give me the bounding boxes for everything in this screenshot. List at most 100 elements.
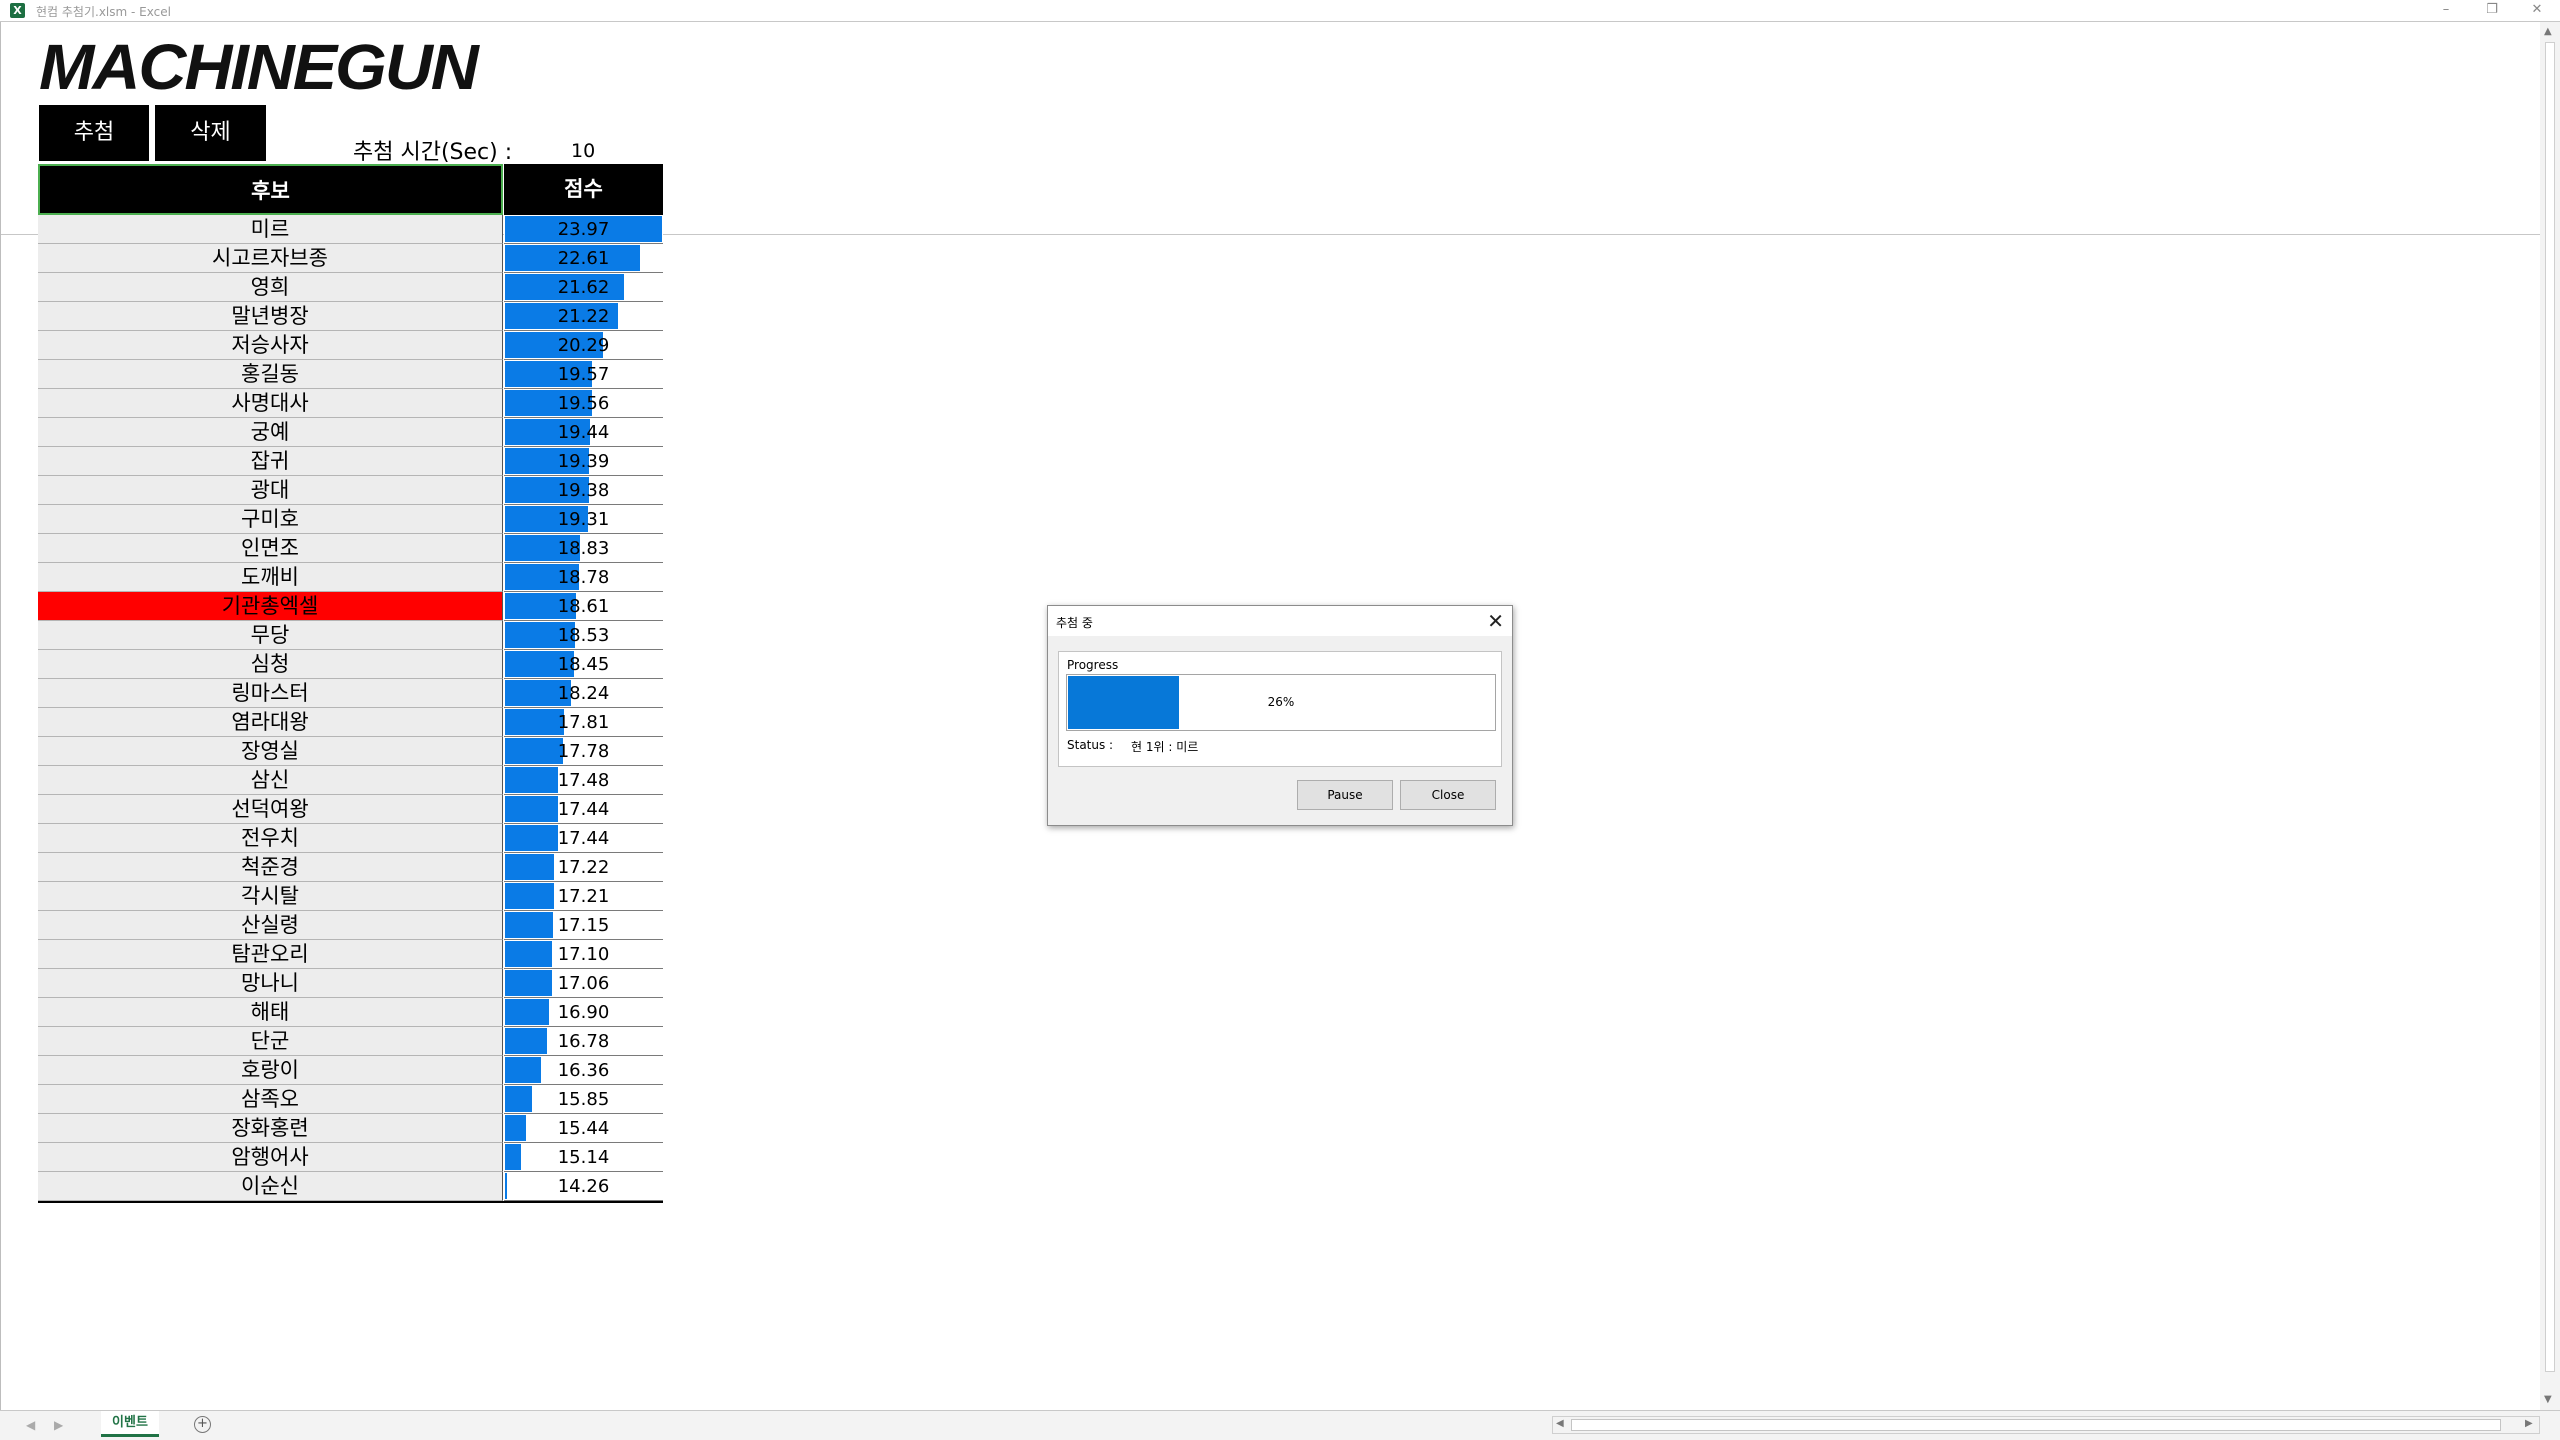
score-cell[interactable]: 14.26	[504, 1172, 663, 1201]
prev-sheet-icon[interactable]: ◀	[26, 1418, 35, 1432]
score-cell[interactable]: 21.62	[504, 273, 663, 302]
candidate-name-cell[interactable]: 잡귀	[38, 447, 503, 476]
next-sheet-icon[interactable]: ▶	[54, 1418, 63, 1432]
dialog-close-icon[interactable]: ✕	[1487, 609, 1504, 633]
score-cell[interactable]: 18.53	[504, 621, 663, 650]
candidate-name-cell[interactable]: 영희	[38, 273, 503, 302]
score-cell[interactable]: 16.36	[504, 1056, 663, 1085]
score-cell[interactable]: 22.61	[504, 244, 663, 273]
candidate-name-cell[interactable]: 선덕여왕	[38, 795, 503, 824]
score-cell[interactable]: 17.44	[504, 824, 663, 853]
score-cell[interactable]: 18.45	[504, 650, 663, 679]
score-value: 14.26	[557, 1176, 610, 1197]
candidate-name-cell[interactable]: 구미호	[38, 505, 503, 534]
score-cell[interactable]: 15.14	[504, 1143, 663, 1172]
score-value: 20.29	[557, 335, 610, 356]
sheet-tab-event[interactable]: 이벤트	[101, 1411, 159, 1437]
score-cell[interactable]: 17.10	[504, 940, 663, 969]
score-cell[interactable]: 20.29	[504, 331, 663, 360]
add-sheet-icon[interactable]: +	[194, 1416, 211, 1433]
score-cell[interactable]: 15.85	[504, 1085, 663, 1114]
draw-button[interactable]: 추첨	[39, 105, 149, 161]
scroll-up-icon[interactable]: ▲	[2544, 26, 2552, 37]
score-cell[interactable]: 17.06	[504, 969, 663, 998]
score-cell[interactable]: 19.56	[504, 389, 663, 418]
score-cell[interactable]: 16.90	[504, 998, 663, 1027]
vertical-scroll-thumb[interactable]	[2545, 42, 2555, 1372]
score-cell[interactable]: 19.38	[504, 476, 663, 505]
candidate-name-cell[interactable]: 전우치	[38, 824, 503, 853]
score-cell[interactable]: 17.44	[504, 795, 663, 824]
candidate-name-cell[interactable]: 궁예	[38, 418, 503, 447]
candidate-name-cell[interactable]: 암행어사	[38, 1143, 503, 1172]
score-cell[interactable]: 17.48	[504, 766, 663, 795]
score-cell[interactable]: 17.21	[504, 882, 663, 911]
vertical-scrollbar[interactable]: ▲ ▼	[2540, 22, 2560, 1410]
close-window-icon[interactable]: ✕	[2527, 1, 2547, 19]
draw-time-value[interactable]: 10	[571, 140, 595, 162]
table-row: 탐관오리 17.10	[38, 940, 663, 969]
score-cell[interactable]: 18.24	[504, 679, 663, 708]
candidate-name-cell[interactable]: 인면조	[38, 534, 503, 563]
candidate-name-cell[interactable]: 호랑이	[38, 1056, 503, 1085]
score-cell[interactable]: 19.39	[504, 447, 663, 476]
candidate-name-cell[interactable]: 탐관오리	[38, 940, 503, 969]
score-cell[interactable]: 18.83	[504, 534, 663, 563]
pause-button[interactable]: Pause	[1297, 780, 1393, 810]
candidate-name-cell[interactable]: 삼족오	[38, 1085, 503, 1114]
score-cell[interactable]: 18.78	[504, 563, 663, 592]
score-cell[interactable]: 17.78	[504, 737, 663, 766]
candidate-name-cell[interactable]: 장화홍련	[38, 1114, 503, 1143]
candidate-name-cell[interactable]: 심청	[38, 650, 503, 679]
score-cell[interactable]: 17.81	[504, 708, 663, 737]
table-row: 삼신 17.48	[38, 766, 663, 795]
table-row: 척준경 17.22	[38, 853, 663, 882]
score-cell[interactable]: 19.44	[504, 418, 663, 447]
score-cell[interactable]: 17.15	[504, 911, 663, 940]
header-score[interactable]: 점수	[504, 164, 663, 215]
delete-button[interactable]: 삭제	[155, 105, 266, 161]
score-cell[interactable]: 17.22	[504, 853, 663, 882]
candidate-name-cell[interactable]: 해태	[38, 998, 503, 1027]
score-cell[interactable]: 21.22	[504, 302, 663, 331]
scroll-right-icon[interactable]: ▶	[2525, 1418, 2533, 1429]
score-cell[interactable]: 15.44	[504, 1114, 663, 1143]
logo: MACHINEGUN	[39, 31, 479, 103]
candidate-name-cell[interactable]: 광대	[38, 476, 503, 505]
candidate-name-cell[interactable]: 삼신	[38, 766, 503, 795]
candidate-name-cell[interactable]: 시고르자브종	[38, 244, 503, 273]
restore-icon[interactable]: ❐	[2482, 1, 2502, 19]
header-candidate[interactable]: 후보	[38, 164, 503, 215]
score-cell[interactable]: 23.97	[504, 215, 663, 244]
candidate-name-cell[interactable]: 척준경	[38, 853, 503, 882]
score-cell[interactable]: 19.31	[504, 505, 663, 534]
candidate-name-cell[interactable]: 망나니	[38, 969, 503, 998]
candidate-name-cell[interactable]: 사명대사	[38, 389, 503, 418]
close-button[interactable]: Close	[1400, 780, 1496, 810]
candidate-name-cell[interactable]: 도깨비	[38, 563, 503, 592]
table-row: 해태 16.90	[38, 998, 663, 1027]
score-value: 18.78	[557, 567, 610, 588]
score-cell[interactable]: 18.61	[504, 592, 663, 621]
candidate-name-cell[interactable]: 말년병장	[38, 302, 503, 331]
scroll-down-icon[interactable]: ▼	[2544, 1394, 2552, 1405]
candidate-name-cell[interactable]: 단군	[38, 1027, 503, 1056]
candidate-name-cell[interactable]: 염라대왕	[38, 708, 503, 737]
candidate-name-cell[interactable]: 홍길동	[38, 360, 503, 389]
scroll-left-icon[interactable]: ◀	[1556, 1418, 1564, 1429]
score-cell[interactable]: 19.57	[504, 360, 663, 389]
candidate-name-cell[interactable]: 기관총엑셀	[38, 592, 503, 621]
candidate-name-cell[interactable]: 무당	[38, 621, 503, 650]
candidate-name-cell[interactable]: 각시탈	[38, 882, 503, 911]
candidate-name-cell[interactable]: 저승사자	[38, 331, 503, 360]
horizontal-scroll-thumb[interactable]	[1571, 1419, 2501, 1431]
candidate-name-cell[interactable]: 이순신	[38, 1172, 503, 1201]
horizontal-scrollbar[interactable]: ◀ ▶	[1552, 1416, 2540, 1434]
candidate-name-cell[interactable]: 미르	[38, 215, 503, 244]
candidate-name-cell[interactable]: 링마스터	[38, 679, 503, 708]
score-value: 19.31	[557, 509, 610, 530]
candidate-name-cell[interactable]: 장영실	[38, 737, 503, 766]
score-cell[interactable]: 16.78	[504, 1027, 663, 1056]
candidate-name-cell[interactable]: 산실령	[38, 911, 503, 940]
minimize-icon[interactable]: –	[2436, 1, 2456, 19]
